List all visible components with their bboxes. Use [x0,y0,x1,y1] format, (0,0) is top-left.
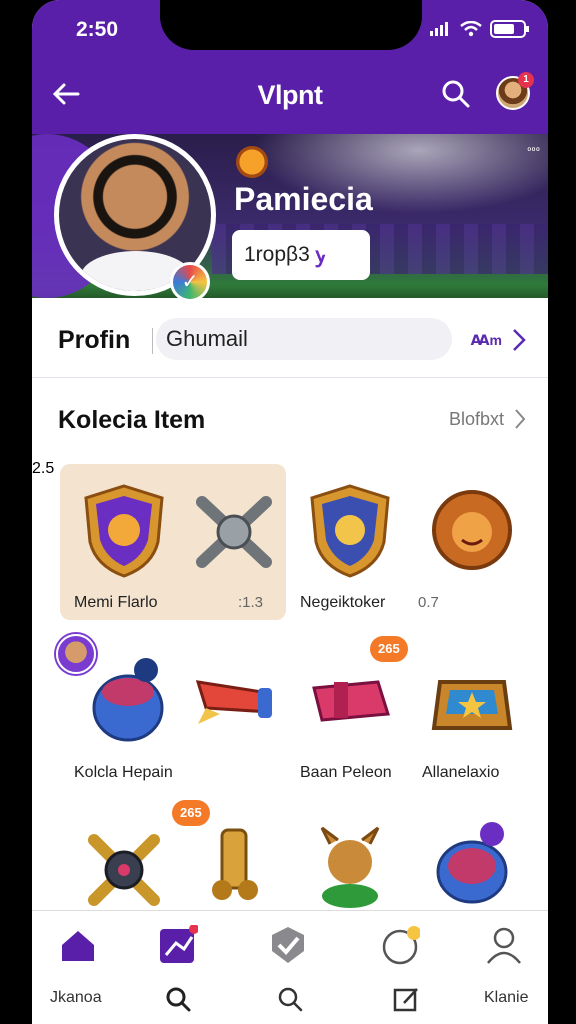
home-icon[interactable] [58,925,98,965]
nav-label-profile[interactable]: Klanie [484,989,528,1007]
see-all-label: Blofbxt [448,408,504,429]
rocket-icon [195,680,273,724]
profile-row-action[interactable]: Ꜳm [471,328,526,352]
profile-row-label: Profin [58,326,131,354]
collection-header: Kolecia Item Blofbxt [32,378,548,460]
see-all-link[interactable]: Blofbxt [449,408,526,430]
cat-shield-icon [310,484,390,578]
search-icon[interactable] [164,985,192,1013]
nav-label-home[interactable]: Jkanoa [50,989,102,1007]
app-bar: Vlpnt 1 [32,60,548,134]
spiked-mace-icon [196,496,272,568]
status-time: 2:50 [76,18,119,41]
shield-icon [84,484,164,578]
chevron-right-icon [513,329,526,351]
profile-row[interactable]: Profin Ghumail Ꜳm [32,298,548,378]
user-avatar-button[interactable]: 1 [496,72,534,110]
search-icon[interactable] [276,985,304,1013]
item-grid: Memi Flarlo :1.3 Negeiktoker 0.7 265 Kol… [32,460,548,914]
trophy-pill[interactable]: 1ropβ3 ꭚ [232,230,370,280]
trophy-pill-icon: ꭚ [315,244,327,267]
crest-icon [236,146,268,178]
chevron-right-icon [515,409,526,429]
profile-name: Pamiecia [234,181,373,217]
banner-corner-text: ៰៰៰ [527,142,540,154]
item-card[interactable]: Allanelaxio [416,638,528,788]
profile-row-action-text: Ꜳm [470,331,502,348]
item-label: Memi Flarlo [74,594,158,611]
scroll-icon [312,680,390,722]
item-card[interactable]: Memi Flarlo [68,468,180,618]
item-label: Kolcla Hepain [74,764,173,781]
wifi-icon [460,21,482,37]
app-screen: 2:50 Vlpnt 1 ៰៰៰ ✓ Pamiecia 1ropβ3 ꭚ Pro… [32,0,548,1024]
item-label: Baan Peleon [300,764,392,781]
chart-tab-icon[interactable] [158,925,198,965]
treasure-chest-icon [431,680,513,730]
activity-icon[interactable] [380,925,420,965]
potion-jar-icon [92,658,164,742]
check-badge-icon[interactable] [268,925,308,965]
item-card[interactable] [178,638,290,788]
item-value: 0.7 [418,594,439,611]
item-label: Negeiktoker [300,594,386,611]
item-value: 2.5 [32,460,55,477]
profile-icon[interactable] [484,925,524,965]
item-value: :1.3 [238,594,264,611]
item-card[interactable]: 0.7 [416,468,528,618]
golden-cannon-icon [212,828,258,900]
bottom-nav: Jkanoa Klanie [32,910,548,1024]
battery-icon [490,20,529,38]
cross-mace-icon [88,834,160,906]
item-card[interactable]: :1.3 [178,468,290,618]
search-icon[interactable] [440,78,472,110]
camera-notch [160,0,422,50]
item-label: Allanelaxio [422,764,500,781]
status-icons [430,20,530,38]
lion-badge-icon [432,490,512,570]
section-title: Kolecia Item [58,406,206,434]
potion-jar-icon [436,822,508,904]
trophy-pill-label: 1ropβ3 [244,243,310,266]
signal-icon [430,22,448,36]
notification-badge: 1 [518,72,534,88]
goblin-statue-icon [320,826,380,908]
edit-icon[interactable] [392,985,420,1013]
item-card[interactable]: Kolcla Hepain [68,638,180,788]
item-card[interactable]: Negeiktoker [294,468,406,618]
email-field[interactable]: Ghumail [156,318,452,360]
item-card[interactable]: Baan Peleon [294,638,406,788]
verified-badge-icon: ✓ [170,262,210,302]
divider [152,328,153,354]
